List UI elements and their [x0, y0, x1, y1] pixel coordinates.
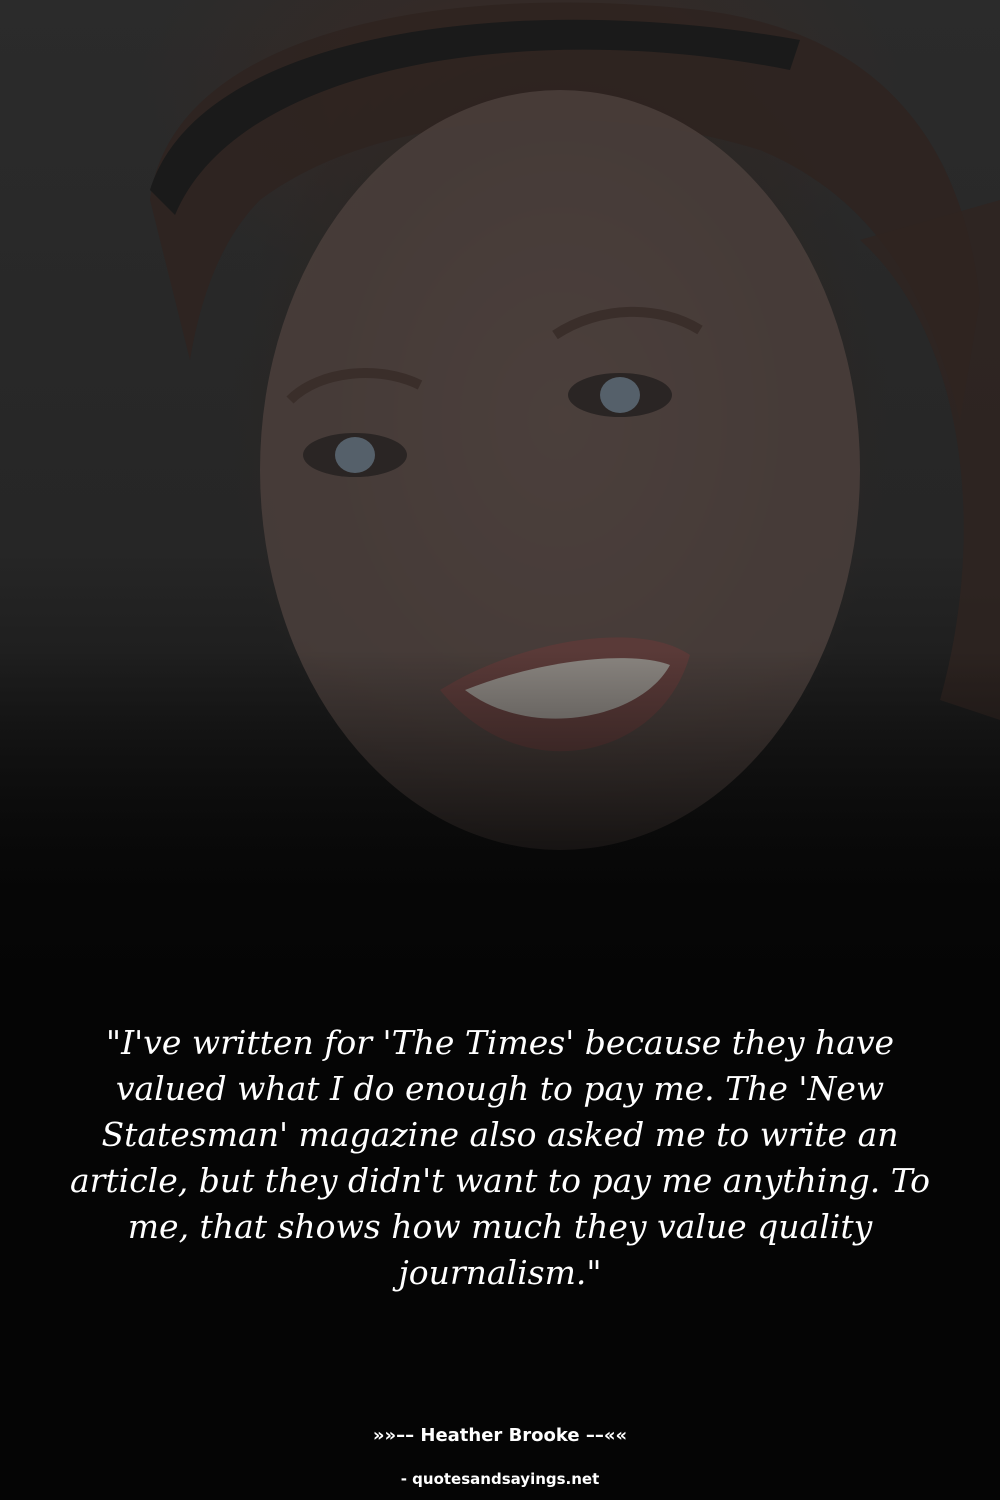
bottom-fade	[0, 650, 1000, 1050]
quote-text: "I've written for 'The Times' because th…	[69, 1023, 931, 1292]
quote-poster: "I've written for 'The Times' because th…	[0, 0, 1000, 1500]
author-attribution: »»–– Heather Brooke ––««	[372, 1425, 628, 1446]
source-credit: - quotesandsayings.net	[400, 1470, 600, 1488]
